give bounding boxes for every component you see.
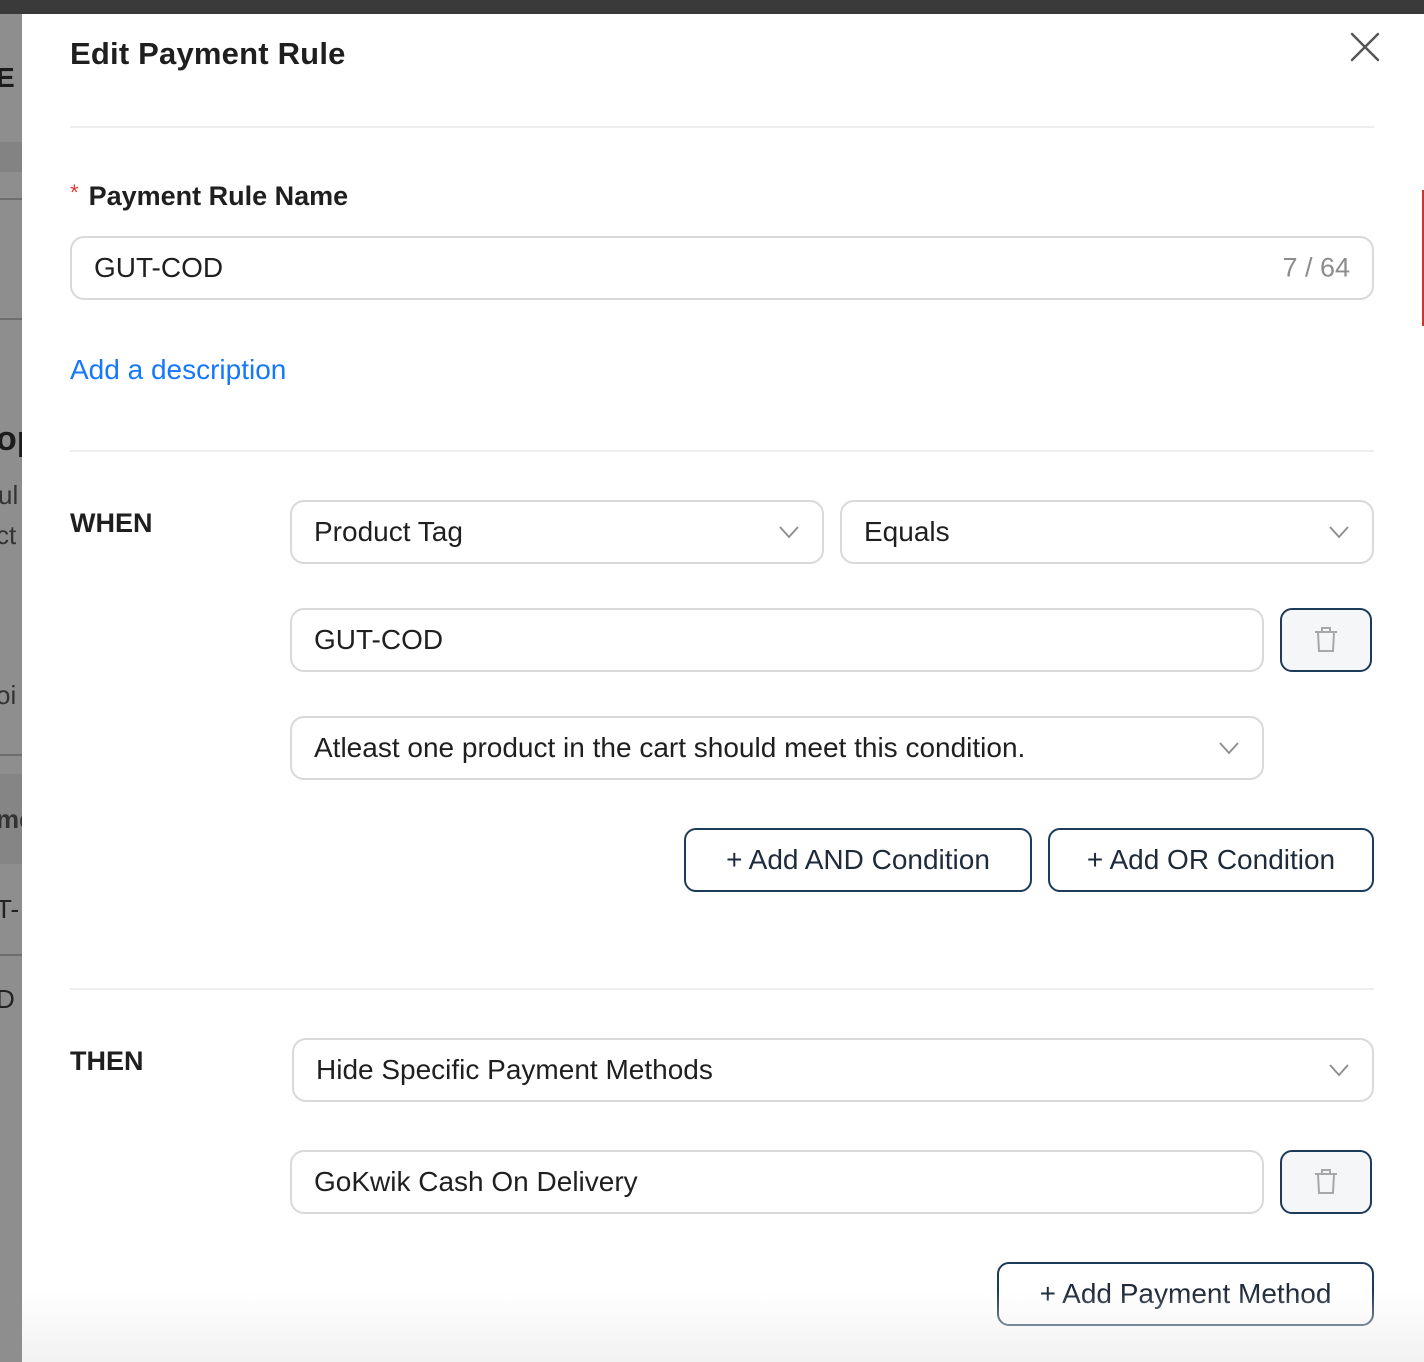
action-value: Hide Specific Payment Methods [316,1054,713,1085]
bg-text: op [0,420,22,458]
then-label: THEN [70,1046,144,1076]
when-label: WHEN [70,508,153,538]
delete-payment-method-button[interactable] [1280,1150,1372,1214]
condition-operator-value: Equals [864,516,950,547]
bg-text: ul [0,480,19,510]
close-button[interactable] [1348,30,1382,64]
bg-text: D [0,984,15,1014]
add-description-link[interactable]: Add a description [70,354,286,386]
condition-scope-value: Atleast one product in the cart should m… [314,732,1026,763]
close-icon [1350,32,1380,62]
trash-icon [1315,627,1337,652]
condition-value-text: GUT-COD [314,624,444,655]
condition-operator-select[interactable]: Equals [840,500,1374,564]
delete-condition-button[interactable] [1280,608,1372,672]
bg-line [0,754,22,756]
chevron-down-icon [1329,526,1349,539]
add-or-condition-button[interactable]: + Add OR Condition [1048,828,1374,892]
rule-name-input[interactable]: GUT-COD 7 / 64 [70,236,1374,300]
condition-field-select[interactable]: Product Tag [290,500,824,564]
bg-text: E S [0,62,22,93]
bg-line [0,318,22,320]
header-divider [70,126,1374,128]
section-divider [70,450,1374,452]
bg-line [0,198,22,200]
rule-name-label: Payment Rule Name [88,181,349,211]
required-mark: * [70,179,79,205]
rule-name-value: GUT-COD [94,252,224,283]
section-divider [70,988,1374,990]
rule-name-label-row: * Payment Rule Name [70,179,349,212]
add-payment-method-button[interactable]: + Add Payment Method [997,1262,1374,1326]
bg-line [0,954,22,956]
payment-method-input[interactable]: GoKwik Cash On Delivery [290,1150,1264,1214]
chevron-down-icon [1219,742,1239,755]
bg-text: T- [0,894,20,924]
condition-field-value: Product Tag [314,516,463,547]
bg-text: oi [0,680,17,710]
chevron-down-icon [1329,1064,1349,1077]
bg-stripe [0,142,22,172]
top-bar [0,0,1424,14]
bg-text: me [0,804,22,834]
background-page: E S op ul ct oi me T- D [0,14,22,1362]
payment-method-value: GoKwik Cash On Delivery [314,1166,638,1197]
trash-icon [1315,1169,1337,1194]
condition-scope-select[interactable]: Atleast one product in the cart should m… [290,716,1264,780]
bg-text: ct [0,520,17,550]
add-and-condition-button[interactable]: + Add AND Condition [684,828,1032,892]
modal-title: Edit Payment Rule [70,36,346,71]
action-select[interactable]: Hide Specific Payment Methods [292,1038,1374,1102]
char-counter: 7 / 64 [1282,252,1350,283]
edit-payment-rule-modal: Edit Payment Rule * Payment Rule Name GU… [22,14,1424,1362]
chevron-down-icon [779,526,799,539]
condition-value-input[interactable]: GUT-COD [290,608,1264,672]
